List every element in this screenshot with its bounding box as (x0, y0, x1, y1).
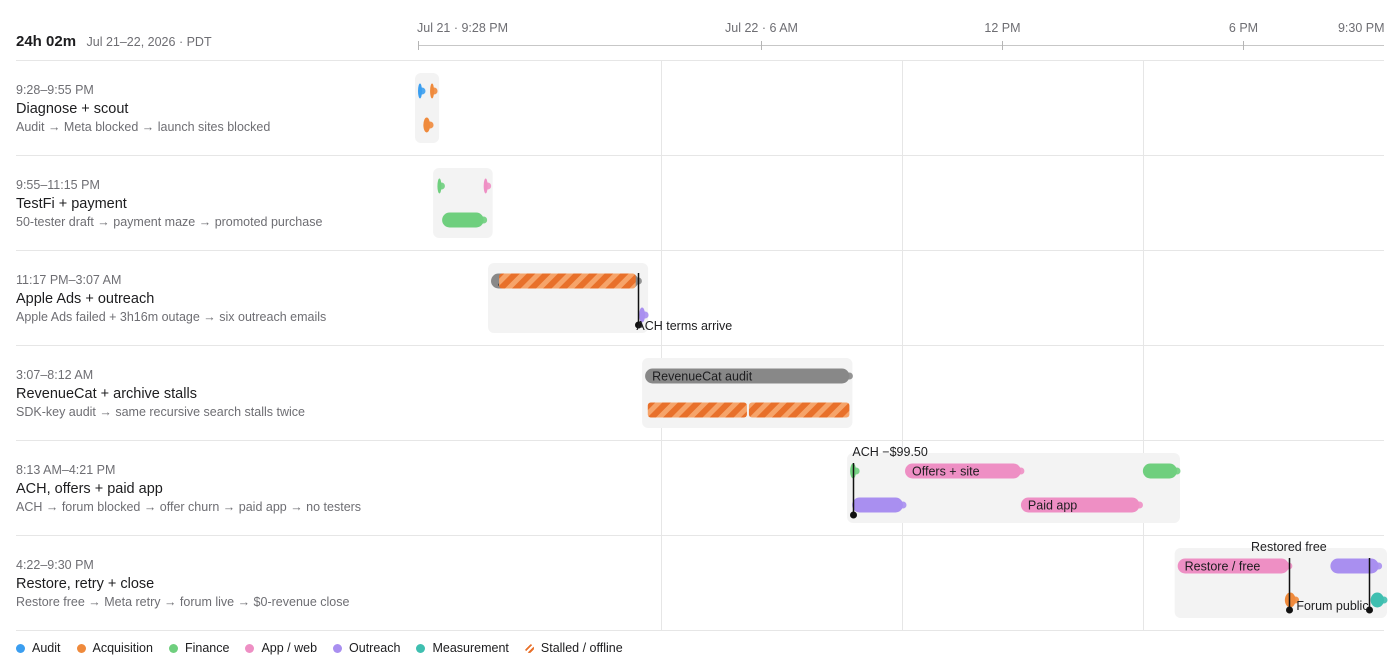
legend-item-measurement: Measurement (416, 641, 509, 655)
segment-stalled (499, 273, 636, 289)
segment-label: RevenueCat audit (652, 370, 753, 384)
segment-end-dot (1135, 501, 1143, 509)
legend-item-app_web: App / web (245, 641, 317, 655)
timeline-chart: Jul 21 · 9:28 PM Jul 22 · 6 AM 12 PM 6 PM 9:… (16, 21, 1388, 631)
legend-swatch (16, 643, 25, 653)
legend-swatch (333, 643, 343, 653)
segment-label: Restore / free (1185, 560, 1261, 574)
legend-label: Audit (32, 641, 61, 655)
event-marker-dot (1286, 606, 1293, 614)
segment-stalled (647, 402, 747, 418)
segment-end-dot (1380, 596, 1388, 604)
legend-item-acquisition: Acquisition (76, 641, 153, 655)
segment-end-dot (437, 182, 445, 190)
segment-end-dot (426, 121, 434, 129)
axis-tick-label: 9:30 PM (1338, 21, 1385, 35)
axis-tick-label: 6 PM (1229, 21, 1258, 35)
legend-item-finance: Finance (168, 641, 230, 655)
segment-label: Offers + site (912, 465, 980, 479)
legend-item-stalled: Stalled / offline (524, 641, 623, 655)
legend-label: Measurement (432, 641, 509, 655)
segment-end-dot (1375, 562, 1383, 570)
legend-item-audit: Audit (16, 641, 61, 655)
legend-swatch (245, 643, 255, 653)
lane-window (415, 73, 440, 143)
segment-end-dot (480, 216, 488, 224)
segment-end-dot (484, 182, 492, 190)
legend-swatch (168, 643, 178, 653)
legend-swatch (524, 643, 534, 653)
legend-swatch (76, 643, 86, 653)
legend-label: Finance (184, 641, 230, 655)
legend: Audit Acquisition Finance App / web Outreach… (16, 641, 639, 655)
segment-end-dot (1017, 467, 1025, 475)
axis-tick-label: 12 PM (984, 21, 1020, 35)
axis-tick-label: Jul 22 · 6 AM (725, 21, 798, 35)
segment-end-dot (1173, 467, 1181, 475)
segment-finance (442, 212, 484, 228)
segment-finance (1142, 463, 1177, 479)
event-marker-label: ACH −$99.50 (852, 445, 927, 459)
event-marker-dot (850, 511, 857, 519)
event-marker-label: Forum public (1296, 599, 1368, 613)
segment-end-dot (430, 87, 438, 95)
segment-outreach (852, 497, 904, 513)
segment-stalled (748, 402, 850, 418)
legend-label: Acquisition (92, 641, 153, 655)
segment-end-dot (418, 87, 426, 95)
legend-label: App / web (261, 641, 318, 655)
segment-end-dot (899, 501, 907, 509)
segment-end-dot (641, 311, 649, 319)
axis-tick-label: Jul 21 · 9:28 PM (417, 21, 508, 35)
legend-item-outreach: Outreach (333, 641, 400, 655)
segment-label: Paid app (1028, 499, 1077, 513)
legend-label: Stalled / offline (540, 641, 623, 655)
segment-end-dot (845, 372, 853, 380)
segment-outreach (1330, 558, 1379, 574)
event-marker-label: ACH terms arrive (636, 319, 732, 333)
legend-swatch (416, 643, 426, 653)
legend-label: Outreach (349, 641, 401, 655)
event-marker-label: Restored free (1251, 540, 1327, 554)
